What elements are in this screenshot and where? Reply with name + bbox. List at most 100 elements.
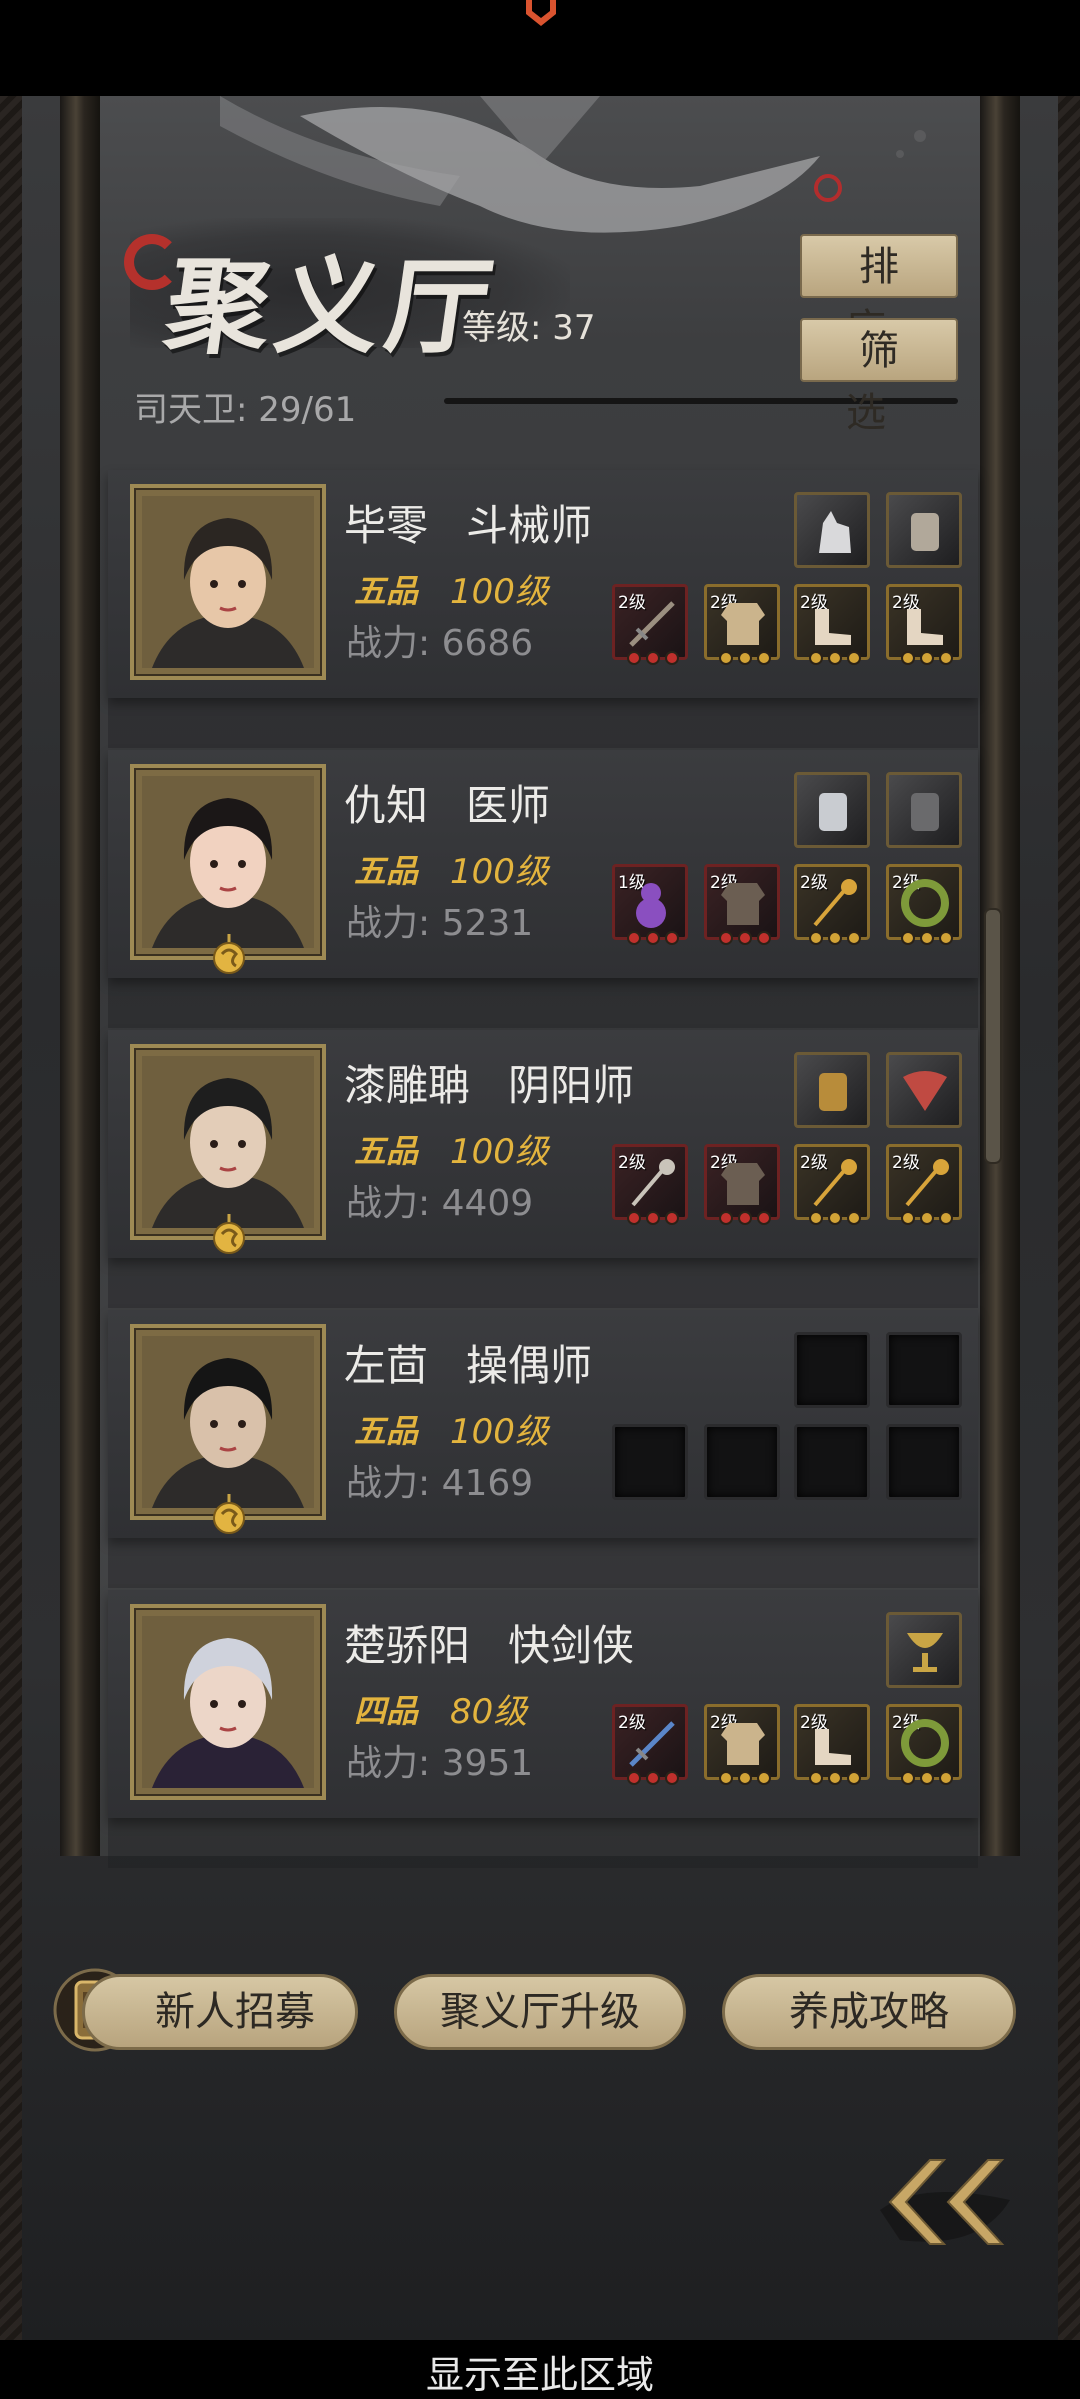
pip-icon	[627, 1211, 641, 1225]
pip-icon	[920, 931, 934, 945]
hero-power: 战力: 4169	[346, 1463, 534, 1504]
hero-grade: 五品	[354, 1132, 419, 1170]
pip-icon	[847, 1771, 861, 1785]
equipment-slot[interactable]: 2级	[612, 1704, 688, 1785]
hero-card[interactable]: 漆雕聃 阴阳师 五品 100级 战力: 4409 2级 2级 2级 2级	[108, 1030, 978, 1258]
equipment-slot[interactable]: 2级	[612, 584, 688, 665]
equip-star-pips	[809, 1771, 861, 1787]
equip-star-pips	[719, 1211, 771, 1227]
robe-icon	[721, 883, 765, 925]
equipment-slot[interactable]: 2级	[704, 584, 780, 665]
equip-star-pips	[719, 1771, 771, 1787]
hero-power: 战力: 3951	[346, 1743, 534, 1784]
pip-icon	[665, 931, 679, 945]
pip-icon	[809, 931, 823, 945]
hero-role: 快剑侠	[508, 1621, 635, 1670]
list-scrollbar[interactable]	[984, 908, 1002, 1164]
fan-icon	[903, 1071, 947, 1111]
hero-power: 战力: 6686	[346, 623, 534, 664]
equipment-slot[interactable]	[886, 1424, 962, 1500]
star-badge-icon	[213, 1214, 245, 1254]
back-double-arrow-icon[interactable]	[860, 2140, 1030, 2260]
hero-level: 100级	[450, 572, 549, 612]
hero-portrait[interactable]	[130, 1044, 326, 1240]
pip-icon	[901, 931, 915, 945]
equipment-slot[interactable]: 2级	[886, 1704, 962, 1785]
equipment-slot[interactable]: 2级	[794, 584, 870, 665]
hero-level: 100级	[450, 1132, 549, 1172]
pip-icon	[847, 931, 861, 945]
equip-star-pips	[719, 931, 771, 947]
hall-level: 等级: 37	[462, 308, 596, 348]
hero-name: 毕零	[344, 501, 429, 550]
skill-slot[interactable]	[794, 1052, 870, 1128]
skill-slot[interactable]	[886, 492, 962, 568]
skill-slot[interactable]	[886, 1612, 962, 1688]
equipment-slot[interactable]	[794, 1424, 870, 1500]
hero-power: 战力: 4409	[346, 1183, 534, 1224]
pip-icon	[828, 1771, 842, 1785]
pip-icon	[757, 651, 771, 665]
guard-count: 司天卫: 29/61	[134, 390, 357, 430]
hero-portrait-art	[142, 1616, 314, 1788]
hero-card[interactable]: 仇知 医师 五品 100级 战力: 5231 1级 2级 2级 2级	[108, 750, 978, 978]
card-separator	[108, 978, 978, 1028]
pip-icon	[809, 1771, 823, 1785]
equipment-slot[interactable]	[612, 1424, 688, 1500]
card-separator	[108, 1818, 978, 1868]
hero-card[interactable]: 楚骄阳 快剑侠 四品 80级 战力: 3951 2级 2级 2级 2级	[108, 1590, 978, 1818]
sort-button[interactable]: 排序	[800, 234, 958, 352]
pip-icon	[646, 931, 660, 945]
staff-icon	[813, 879, 857, 927]
equip-star-pips	[901, 1211, 953, 1227]
pip-icon	[901, 1771, 915, 1785]
robe-icon	[721, 1163, 765, 1205]
equipment-slot[interactable]: 2级	[886, 864, 962, 945]
hall-upgrade-button[interactable]: 聚义厅升级	[394, 1974, 686, 2050]
equipment-slot[interactable]: 2级	[794, 1704, 870, 1785]
hero-card[interactable]: 左茴 操偶师 五品 100级 战力: 4169	[108, 1310, 978, 1538]
skill-slot[interactable]	[794, 1332, 870, 1408]
skill-slot[interactable]	[794, 492, 870, 568]
hero-card[interactable]: 毕零 斗械师 五品 100级 战力: 6686 2级 2级 2级 2级	[108, 470, 978, 698]
equipment-slot[interactable]	[704, 1424, 780, 1500]
equip-star-pips	[627, 651, 679, 667]
pip-icon	[665, 1211, 679, 1225]
pip-icon	[901, 1211, 915, 1225]
hero-name-row: 楚骄阳 快剑侠	[344, 1612, 634, 1673]
hero-name-row: 毕零 斗械师	[344, 492, 592, 553]
hero-portrait[interactable]	[130, 1604, 326, 1800]
equipment-slot[interactable]: 2级	[794, 864, 870, 945]
equipment-slot[interactable]: 2级	[704, 1144, 780, 1225]
equipment-slot[interactable]: 2级	[704, 864, 780, 945]
hero-portrait[interactable]	[130, 1324, 326, 1520]
skill-slot[interactable]	[794, 772, 870, 848]
equip-star-pips	[809, 931, 861, 947]
skill-slot[interactable]	[886, 772, 962, 848]
recruit-button[interactable]: 新人招募	[82, 1974, 358, 2050]
skill-slot[interactable]	[886, 1052, 962, 1128]
equipment-slot[interactable]: 2级	[612, 1144, 688, 1225]
frame-border-right	[1058, 96, 1080, 2340]
guide-button[interactable]: 养成攻略	[722, 1974, 1016, 2050]
pip-icon	[757, 931, 771, 945]
app-logo-icon	[526, 0, 556, 26]
pip-icon	[738, 651, 752, 665]
equipment-slot[interactable]: 2级	[704, 1704, 780, 1785]
equipment-slot[interactable]: 1级	[612, 864, 688, 945]
pip-icon	[828, 931, 842, 945]
filter-button[interactable]: 筛选	[800, 318, 958, 436]
equipment-slot[interactable]: 2级	[886, 1144, 962, 1225]
hero-portrait[interactable]	[130, 484, 326, 680]
hero-portrait[interactable]	[130, 764, 326, 960]
equip-star-pips	[719, 651, 771, 667]
equipment-slot[interactable]: 2级	[794, 1144, 870, 1225]
card-separator	[108, 1258, 978, 1308]
hero-role: 医师	[466, 781, 551, 830]
skill-slot[interactable]	[886, 1332, 962, 1408]
pip-icon	[719, 1211, 733, 1225]
staff-icon	[905, 1159, 949, 1207]
equipment-slot[interactable]: 2级	[886, 584, 962, 665]
chalice-icon	[907, 1633, 943, 1672]
hero-grade: 四品	[354, 1692, 419, 1730]
